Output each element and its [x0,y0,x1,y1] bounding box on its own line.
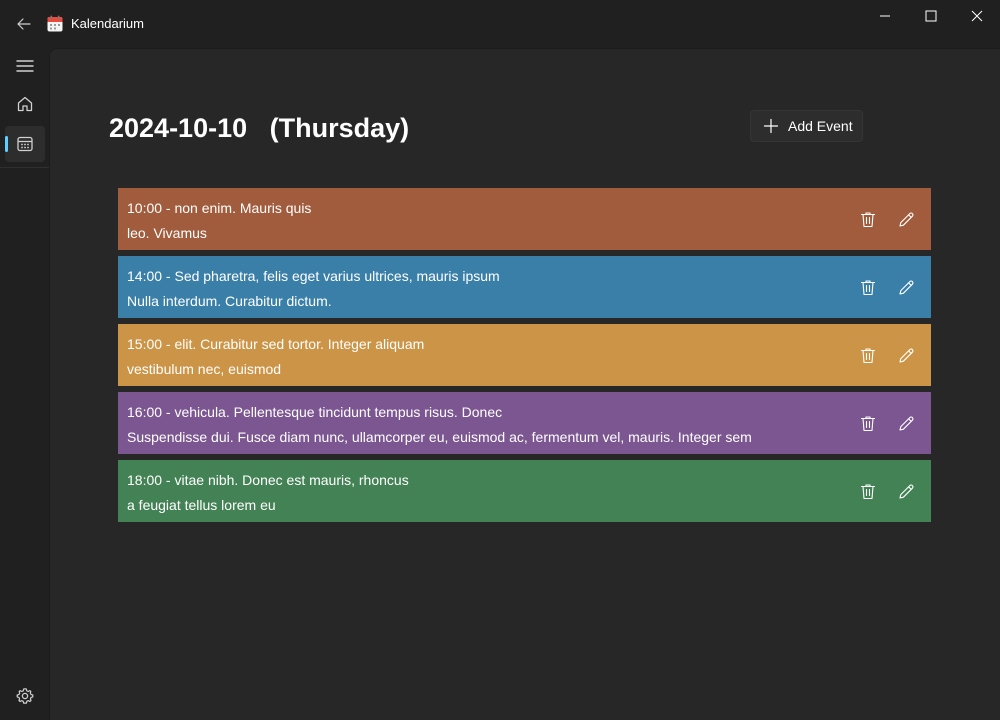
pencil-icon [898,416,913,431]
close-icon [971,10,983,22]
home-icon [17,96,33,112]
content-area: 2024-10-10 (Thursday) Add Event 10:00 - … [49,48,1000,720]
nav-item-home[interactable] [5,86,45,122]
event-description: leo. Vivamus [127,225,207,241]
page-title: 2024-10-10 (Thursday) [109,113,410,143]
pencil-icon [898,484,913,499]
nav-item-calendar[interactable] [5,126,45,162]
navigation-pane [0,48,49,720]
minimize-button[interactable] [862,0,908,32]
hamburger-menu-icon [16,60,34,72]
event-card[interactable]: 18:00 - vitae nibh. Donec est mauris, rh… [118,460,931,522]
event-title: 15:00 - elit. Curabitur sed tortor. Inte… [127,336,425,352]
edit-event-button[interactable] [894,275,918,299]
event-card[interactable]: 10:00 - non enim. Mauris quis leo. Vivamu… [118,188,931,250]
trash-icon [860,415,876,431]
selection-indicator [5,136,8,152]
event-title: 16:00 - vehicula. Pellentesque tincidunt… [127,404,503,420]
title-bar: Kalendarium [0,0,1000,48]
back-button[interactable] [8,8,40,40]
delete-event-button[interactable] [856,411,880,435]
event-card[interactable]: 14:00 - Sed pharetra, felis eget varius … [118,256,931,318]
edit-event-button[interactable] [894,343,918,367]
edit-event-button[interactable] [894,479,918,503]
gear-icon [16,688,34,704]
event-card[interactable]: 15:00 - elit. Curabitur sed tortor. Inte… [118,324,931,386]
event-list: 10:00 - non enim. Mauris quis leo. Vivamu… [118,188,931,528]
delete-event-button[interactable] [856,479,880,503]
event-description: a feugiat tellus lorem eu [127,497,276,513]
calendar-icon [17,136,33,152]
trash-icon [860,279,876,295]
event-title: 18:00 - vitae nibh. Donec est mauris, rh… [127,472,409,488]
add-event-button[interactable]: Add Event [750,110,863,142]
maximize-button[interactable] [908,0,954,32]
back-arrow-icon [17,18,31,30]
edit-event-button[interactable] [894,411,918,435]
trash-icon [860,211,876,227]
delete-event-button[interactable] [856,275,880,299]
event-description: Nulla interdum. Curabitur dictum. [127,293,332,309]
plus-icon [763,118,779,134]
event-card[interactable]: 16:00 - vehicula. Pellentesque tincidunt… [118,392,931,454]
trash-icon [860,483,876,499]
pencil-icon [898,280,913,295]
delete-event-button[interactable] [856,207,880,231]
event-title: 10:00 - non enim. Mauris quis [127,200,312,216]
maximize-icon [925,10,937,22]
delete-event-button[interactable] [856,343,880,367]
event-description: vestibulum nec, euismod [127,361,282,377]
minimize-icon [880,15,890,17]
add-event-label: Add Event [788,118,853,134]
edit-event-button[interactable] [894,207,918,231]
close-button[interactable] [954,0,1000,32]
nav-separator [0,167,49,168]
nav-menu-toggle[interactable] [5,48,45,84]
pencil-icon [898,348,913,363]
pencil-icon [898,212,913,227]
event-title: 14:00 - Sed pharetra, felis eget varius … [127,268,500,284]
nav-item-settings[interactable] [5,678,45,714]
trash-icon [860,347,876,363]
app-window: Kalendarium 2024-10-10 (Thursday) Add Ev… [0,0,1000,720]
event-description: Suspendisse dui. Fusce diam nunc, ullamc… [127,429,752,445]
app-title: Kalendarium [71,16,144,31]
calendar-app-icon [47,15,63,32]
